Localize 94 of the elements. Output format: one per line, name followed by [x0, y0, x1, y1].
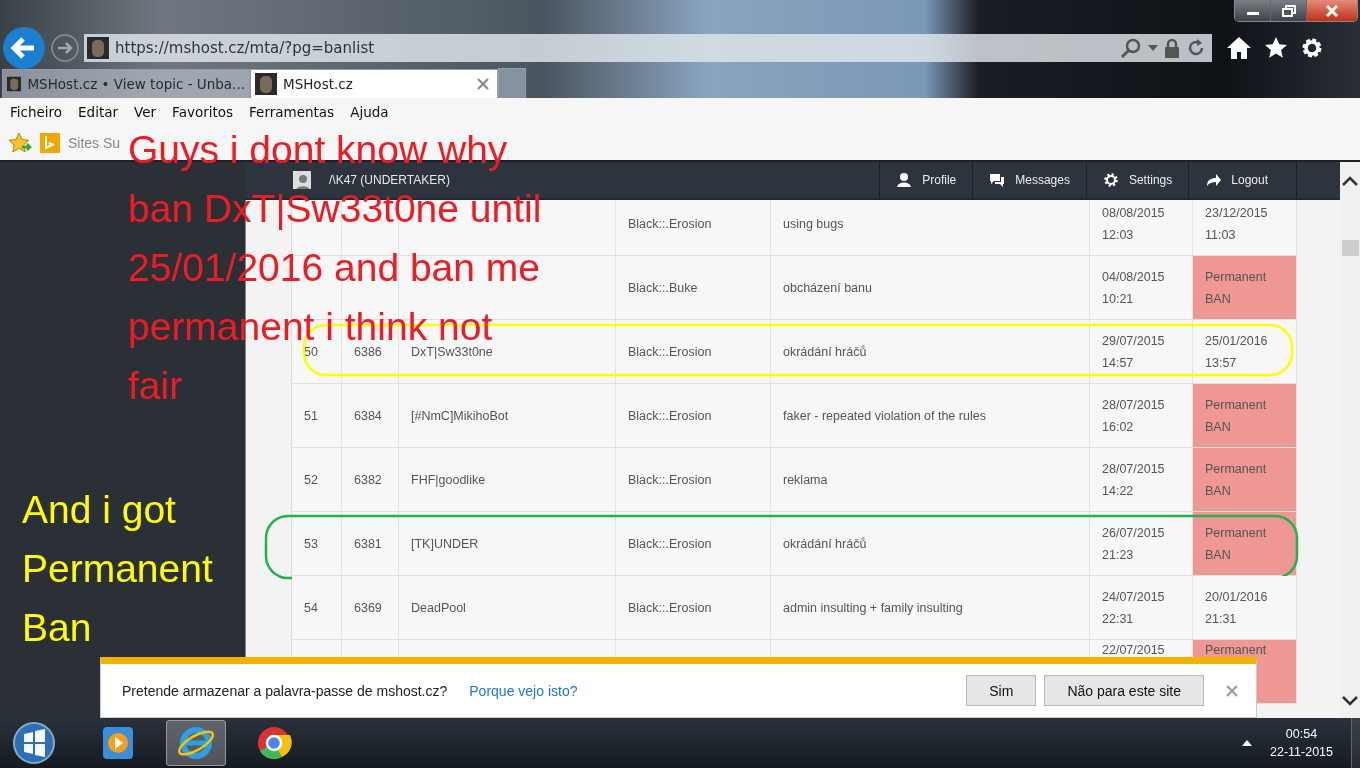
username-text: /\K47 (UNDERTAKER) — [329, 173, 450, 187]
nav-link[interactable]: Logout — [1188, 162, 1297, 198]
table-cell: [TK]UNDER — [399, 512, 616, 575]
menu-item[interactable]: Ferramentas — [249, 104, 335, 120]
clock-date[interactable]: 22-11-2015 — [1270, 743, 1333, 761]
table-cell: Black::.Buke — [616, 256, 771, 319]
site-icon — [255, 73, 277, 95]
close-button[interactable] — [1307, 0, 1357, 21]
url-text: https://mshost.cz/mta/?pg=banlist — [115, 39, 375, 57]
avatar-icon — [293, 171, 311, 189]
table-cell: 6382 — [342, 448, 399, 511]
start-button[interactable] — [10, 719, 58, 767]
annotation-text: fair — [128, 366, 183, 406]
nav-link[interactable]: Settings — [1085, 162, 1189, 198]
table-cell: DeadPool — [399, 576, 616, 639]
favorites-icon[interactable] — [1264, 36, 1288, 60]
table-cell: 54 — [292, 576, 342, 639]
table-cell: reklama — [771, 448, 1090, 511]
table-cell: FHF|goodlike — [399, 448, 616, 511]
restore-icon — [1281, 4, 1296, 17]
star-icon[interactable] — [8, 132, 32, 154]
table-cell: 51 — [292, 384, 342, 447]
table-cell: 52 — [292, 448, 342, 511]
clock-time[interactable]: 00:54 — [1285, 725, 1318, 743]
table-cell: 29/07/2015 14:57 — [1090, 320, 1193, 383]
table-cell: faker - repeated violation of the rules — [771, 384, 1090, 447]
table-cell: obcházení banu — [771, 256, 1090, 319]
close-icon — [1325, 4, 1339, 17]
table-cell: [#NmC]MikihoBot — [399, 384, 616, 447]
nav-link[interactable]: Messages — [972, 162, 1086, 198]
menu-item[interactable]: Ver — [134, 104, 157, 120]
table-cell: admin insulting + family insulting — [771, 576, 1090, 639]
annotation-text: Permanent — [22, 549, 213, 589]
prompt-button[interactable]: Não para este site — [1044, 675, 1204, 706]
browser-tab[interactable]: MSHost.cz — [250, 69, 498, 98]
menu-item[interactable]: Ficheiro — [10, 104, 63, 120]
table-cell: 24/07/2015 22:31 — [1090, 576, 1193, 639]
table-cell: Black::.Erosion — [616, 448, 771, 511]
table-cell: okrádání hráčů — [771, 512, 1090, 575]
gear-icon — [1102, 172, 1119, 188]
menu-item[interactable]: Favoritos — [172, 104, 234, 120]
prompt-message: Pretende armazenar a palavra-passe de mshost.cz? — [122, 682, 448, 699]
address-bar[interactable]: https://mshost.cz/mta/?pg=banlist — [84, 34, 1212, 62]
search-icon[interactable] — [1120, 38, 1142, 58]
help-link[interactable]: Porque vejo isto? — [469, 682, 578, 699]
table-cell: 53 — [292, 512, 342, 575]
browser-tab[interactable]: MSHost.cz • View topic - Unba... — [2, 69, 250, 98]
table-cell: 6369 — [342, 576, 399, 639]
table-cell: 20/01/2016 21:31 — [1193, 576, 1297, 639]
prompt-button[interactable]: Sim — [966, 675, 1037, 706]
up-caret-icon[interactable] — [1242, 740, 1252, 746]
minimize-button[interactable] — [1235, 0, 1271, 21]
close-icon[interactable] — [1226, 684, 1238, 697]
restore-button[interactable] — [1271, 0, 1307, 21]
bing-icon — [40, 133, 60, 153]
table-cell: using bugs — [771, 200, 1090, 255]
table-cell: 6384 — [342, 384, 399, 447]
lock-icon — [1164, 38, 1180, 58]
table-cell: Black::.Erosion — [616, 512, 771, 575]
table-cell: Black::.Erosion — [616, 384, 771, 447]
table-cell: Permanent BAN — [1193, 448, 1297, 511]
nav-link[interactable]: Profile — [879, 162, 973, 198]
scrollbar[interactable] — [1340, 162, 1360, 718]
annotation-text: And i got — [22, 490, 176, 530]
menu-item[interactable]: Editar — [78, 104, 119, 120]
table-cell: Permanent BAN — [1193, 384, 1297, 447]
table-cell: Black::.Erosion — [616, 320, 771, 383]
close-icon[interactable] — [477, 78, 489, 90]
settings-icon[interactable] — [1300, 36, 1324, 60]
table-cell: 6381 — [342, 512, 399, 575]
table-cell: okrádání hráčů — [771, 320, 1090, 383]
minimize-icon — [1246, 12, 1259, 15]
refresh-icon[interactable] — [1186, 38, 1206, 58]
tab-label: MSHost.cz — [283, 76, 353, 92]
back-button[interactable] — [2, 26, 46, 70]
annotation-text: Ban — [22, 608, 92, 648]
show-desktop-button[interactable] — [1351, 718, 1360, 768]
table-cell: 25/01/2016 13:57 — [1193, 320, 1297, 383]
table-cell: Permanent BAN — [1193, 256, 1297, 319]
table-cell: Permanent BAN — [1193, 512, 1297, 575]
table-cell: Black::.Erosion — [616, 200, 771, 255]
table-cell: 23/12/2015 11:03 — [1193, 200, 1297, 255]
caret-icon[interactable] — [1148, 45, 1158, 51]
tab-label: MSHost.cz • View topic - Unba... — [27, 76, 245, 92]
person-icon — [896, 172, 913, 188]
site-icon — [87, 37, 109, 59]
table-cell: Black::.Erosion — [616, 576, 771, 639]
scroll-thumb[interactable] — [1341, 240, 1359, 256]
table-cell: 08/08/2015 12:03 — [1090, 200, 1193, 255]
arrow-icon — [1205, 172, 1222, 188]
home-icon[interactable] — [1226, 36, 1252, 60]
forward-button[interactable] — [50, 33, 80, 63]
menu-item[interactable]: Ajuda — [350, 104, 389, 120]
chat-icon — [989, 172, 1006, 188]
